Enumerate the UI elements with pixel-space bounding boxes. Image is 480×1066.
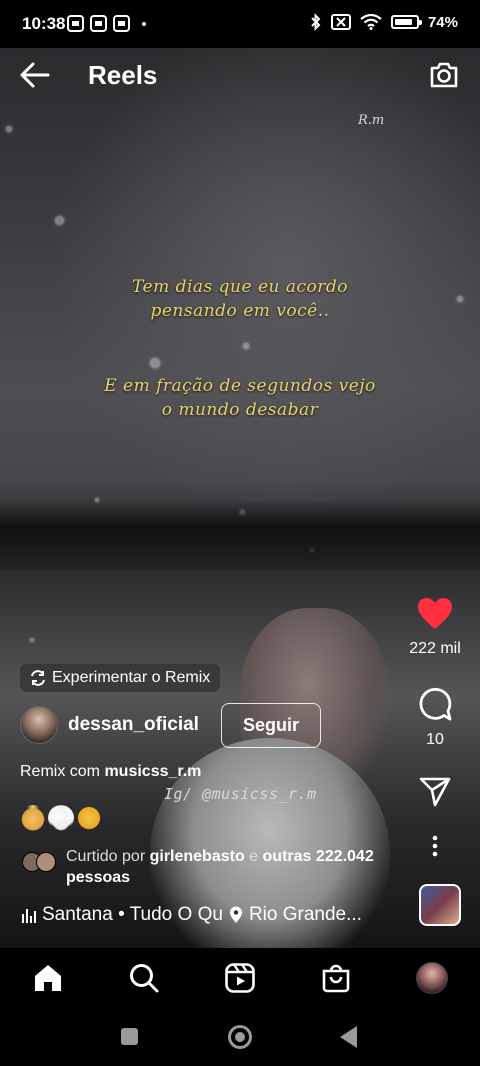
tools-notification-icon [113, 15, 130, 32]
liked-by-avatars [22, 852, 60, 876]
liked-by-user[interactable]: girlenebasto [150, 848, 245, 865]
lyrics-line: Tem dias que eu acordo [131, 277, 349, 297]
location-pin-icon [229, 906, 242, 923]
sim-off-icon [330, 14, 351, 30]
notification-icons [67, 15, 146, 32]
bluetooth-icon [311, 13, 321, 31]
pleading-face-emoji-icon [76, 805, 102, 831]
remix-icon [31, 670, 45, 686]
send-icon[interactable] [418, 776, 452, 808]
status-time: 10:38 [22, 14, 66, 33]
profile-avatar[interactable] [416, 962, 448, 994]
like-count: 222 mil [409, 640, 461, 657]
horizon-shadow [0, 500, 480, 570]
remix-source-user[interactable]: musicss_r.m [104, 763, 201, 780]
battery-icon [390, 15, 422, 29]
raindrop [243, 343, 249, 349]
liked-by-suffix: pessoas [66, 869, 131, 886]
share-action[interactable] [390, 776, 480, 813]
lyrics-line: o mundo desabar [161, 400, 319, 420]
comment-count: 10 [426, 731, 444, 748]
author-name[interactable]: dessan_oficial [68, 714, 199, 736]
battery-level: 74% [427, 13, 458, 31]
try-remix-button[interactable]: Experimentar o Remix [20, 664, 221, 692]
recent-apps-icon[interactable] [121, 1028, 138, 1045]
reels-icon[interactable] [224, 962, 256, 994]
raindrop [6, 126, 12, 132]
caption-emojis [20, 805, 102, 831]
system-navigation [0, 1008, 480, 1066]
more-notifications-dot-icon [142, 21, 146, 26]
liked-by-middle: e [244, 848, 263, 865]
audio-bars-icon [22, 907, 36, 923]
remix-with-line: Remix com musicss_r.m [20, 763, 201, 781]
more-vertical-icon[interactable] [431, 835, 439, 857]
comment-action[interactable]: 10 [390, 686, 480, 749]
like-action[interactable]: 222 mil [390, 597, 480, 658]
audio-album-art[interactable] [419, 884, 461, 926]
try-remix-label: Experimentar o Remix [52, 669, 211, 686]
back-system-icon[interactable] [340, 1026, 357, 1048]
white-heart-emoji-icon [48, 805, 74, 831]
author-row[interactable]: dessan_oficial [20, 706, 199, 744]
lyrics-block-1: Tem dias que eu acordo pensando em você.… [0, 275, 480, 323]
heart-filled-icon[interactable] [417, 597, 453, 631]
back-arrow-icon[interactable] [18, 60, 52, 90]
music-info[interactable]: Santana • Tudo O Qu Rio Grande... [22, 904, 362, 926]
liked-by-text: Curtido por girlenebasto e outras 222.04… [66, 846, 374, 888]
angel-emoji-icon [20, 805, 46, 831]
liker-avatar [36, 852, 56, 872]
follow-button[interactable]: Seguir [221, 703, 321, 748]
page-title: Reels [88, 60, 158, 90]
lyrics-line: pensando em você.. [150, 301, 330, 321]
status-right: 74% [310, 13, 458, 31]
comment-icon[interactable] [417, 686, 453, 722]
reels-header: Reels [0, 48, 480, 104]
remix-with-prefix: Remix com [20, 763, 105, 780]
home-icon[interactable] [32, 962, 64, 994]
status-bar: 10:38 74% [0, 0, 480, 48]
camera-icon[interactable] [428, 59, 460, 91]
author-avatar[interactable] [20, 706, 58, 744]
location-label[interactable]: Rio Grande... [249, 904, 362, 926]
app-notification-icon [90, 15, 107, 32]
video-handle-overlay: Ig/ @musicss_r.m [164, 785, 317, 803]
shop-icon[interactable] [320, 962, 352, 994]
raindrop [55, 216, 64, 225]
gallery-notification-icon [67, 15, 84, 32]
wifi-icon [360, 14, 382, 30]
video-watermark: R.m [358, 113, 385, 128]
home-system-icon[interactable] [228, 1025, 252, 1049]
liked-by-prefix: Curtido por [66, 848, 150, 865]
raindrop [150, 358, 160, 368]
raindrop [30, 638, 34, 642]
lyrics-line: E em fração de segundos vejo [104, 376, 376, 396]
lyrics-block-2: E em fração de segundos vejo o mundo des… [0, 374, 480, 422]
search-icon[interactable] [128, 962, 160, 994]
liked-by[interactable]: Curtido por girlenebasto e outras 222.04… [22, 846, 422, 888]
liked-by-others[interactable]: outras 222.042 [263, 848, 374, 865]
music-track[interactable]: Santana • Tudo O Qu [42, 904, 223, 926]
bottom-nav [0, 948, 480, 1008]
